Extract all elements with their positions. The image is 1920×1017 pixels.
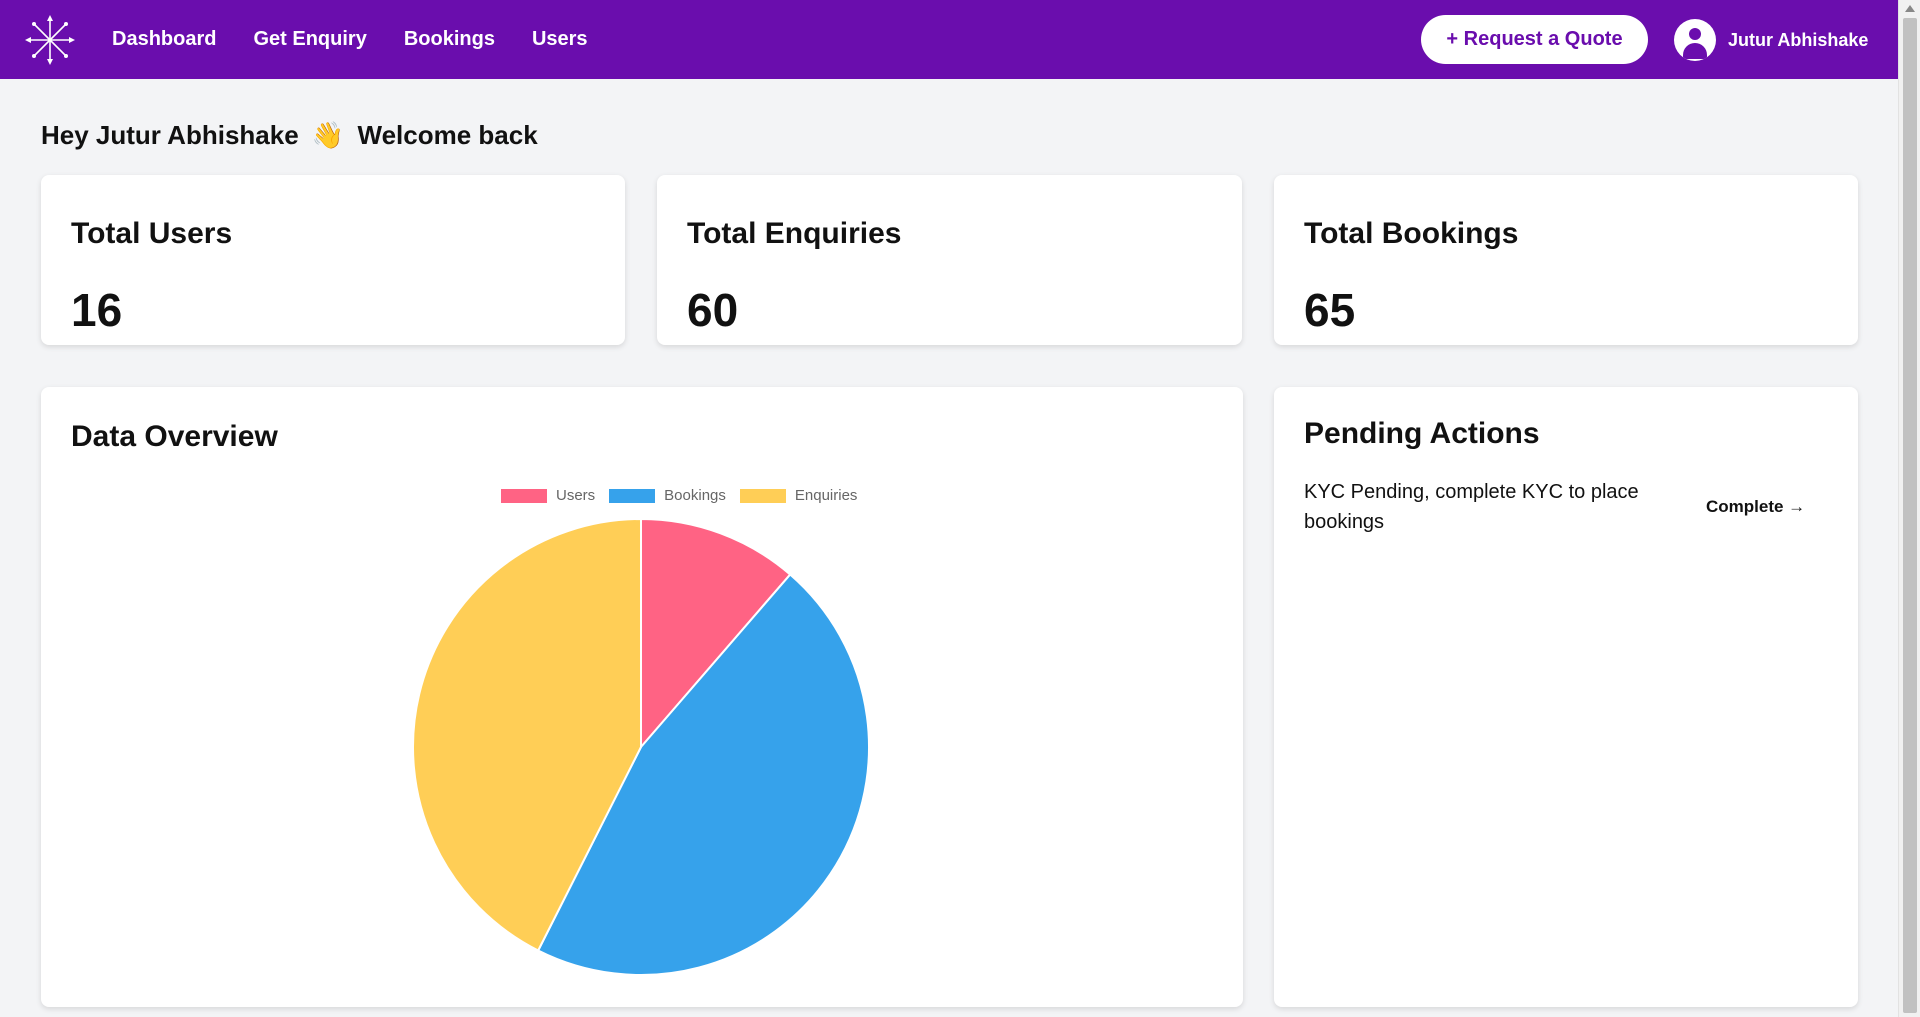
welcome-greeting: Hey Jutur Abhishake 👋 Welcome back xyxy=(41,120,538,151)
request-quote-button[interactable]: + Request a Quote xyxy=(1421,15,1648,64)
compass-arrows-logo-icon[interactable] xyxy=(24,14,76,66)
pending-item-text: KYC Pending, complete KYC to place booki… xyxy=(1304,481,1639,533)
greeting-text: Hey Jutur Abhishake xyxy=(41,120,299,150)
legend-item-enquiries[interactable]: Enquiries xyxy=(739,487,858,504)
pending-actions-panel: Pending Actions KYC Pending, complete KY… xyxy=(1274,387,1858,1007)
nav-link-get-enquiry[interactable]: Get Enquiry xyxy=(253,28,366,51)
legend-item-bookings[interactable]: Bookings xyxy=(609,487,726,504)
scroll-up-arrow-icon[interactable] xyxy=(1905,5,1915,12)
legend-item-users[interactable]: Users xyxy=(501,487,595,504)
stat-card-bookings: Total Bookings 65 xyxy=(1274,175,1858,345)
panel-title: Data Overview xyxy=(71,420,278,453)
stat-card-users: Total Users 16 xyxy=(41,175,625,345)
nav-link-dashboard[interactable]: Dashboard xyxy=(112,28,216,51)
stat-card-enquiries: Total Enquiries 60 xyxy=(657,175,1242,345)
stat-value: 60 xyxy=(687,284,739,336)
data-overview-panel: Data Overview Users Bookings Enquiries xyxy=(41,387,1243,1007)
nav-link-users[interactable]: Users xyxy=(532,28,588,51)
nav-links: Dashboard Get Enquiry Bookings Users xyxy=(112,0,625,79)
legend-swatch xyxy=(739,488,786,503)
stat-title: Total Bookings xyxy=(1304,217,1519,250)
page-scrollbar[interactable] xyxy=(1898,0,1920,1017)
stat-title: Total Enquiries xyxy=(687,217,902,250)
top-navbar: Dashboard Get Enquiry Bookings Users + R… xyxy=(0,0,1898,79)
stat-title: Total Users xyxy=(71,217,233,250)
stat-value: 16 xyxy=(71,284,123,336)
legend-label: Enquiries xyxy=(794,487,858,504)
stat-value: 65 xyxy=(1304,284,1356,336)
legend-label: Bookings xyxy=(664,487,726,504)
chart-legend[interactable]: Users Bookings Enquiries xyxy=(501,487,871,504)
scroll-thumb[interactable] xyxy=(1903,18,1917,1013)
pending-item: KYC Pending, complete KYC to place booki… xyxy=(1304,477,1704,537)
pie-chart[interactable] xyxy=(411,517,871,977)
legend-swatch xyxy=(609,488,656,503)
user-name[interactable]: Jutur Abhishake xyxy=(1728,30,1868,51)
panel-title: Pending Actions xyxy=(1304,417,1540,450)
user-avatar-icon[interactable] xyxy=(1674,19,1716,61)
complete-kyc-link[interactable]: Complete → xyxy=(1706,497,1805,517)
greeting-suffix: Welcome back xyxy=(357,120,538,150)
legend-swatch xyxy=(501,488,547,503)
legend-label: Users xyxy=(556,487,596,504)
nav-link-bookings[interactable]: Bookings xyxy=(404,28,495,51)
waving-hand-icon: 👋 xyxy=(311,120,345,150)
user-menu[interactable]: Jutur Abhishake xyxy=(1674,19,1868,61)
